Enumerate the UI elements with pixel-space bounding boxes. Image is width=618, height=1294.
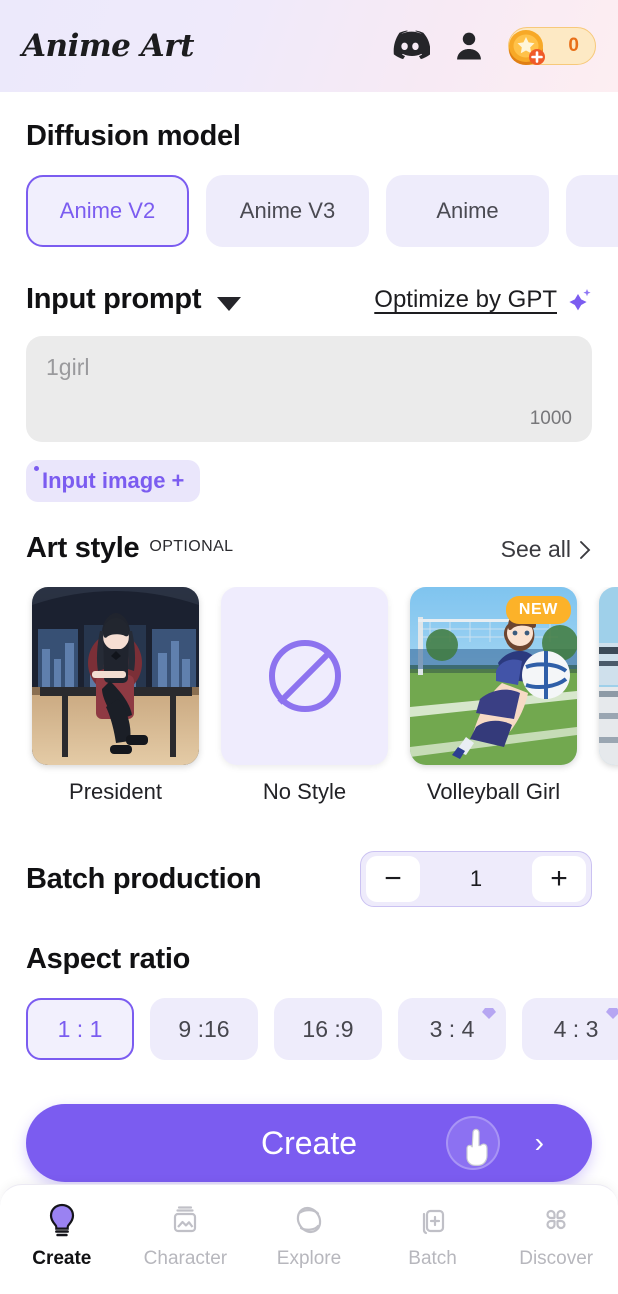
new-badge: NEW <box>505 596 571 624</box>
aspect-ratio-1-1[interactable]: 1 : 1 <box>26 998 134 1060</box>
art-style-thumbnail: NEW <box>410 587 577 765</box>
aspect-ratio-label: 16 :9 <box>302 1015 354 1042</box>
nav-item-create[interactable]: Create <box>0 1201 124 1270</box>
create-button-label: Create <box>260 1124 358 1161</box>
art-style-card-president[interactable]: President <box>32 587 199 805</box>
aspect-ratio-label: 9 :16 <box>178 1015 230 1042</box>
nav-label: Explore <box>276 1248 342 1269</box>
coin-count: 0 <box>568 35 579 56</box>
aspect-ratio-list[interactable]: 1 : 1 9 :16 16 :9 3 : 4 4 : 3 <box>0 998 618 1060</box>
prompt-char-counter: 1000 <box>529 408 572 429</box>
model-chip-label: Anime <box>436 198 499 223</box>
nav-item-batch[interactable]: Batch <box>371 1201 495 1270</box>
app-header: Anime Art 0 <box>0 0 618 92</box>
art-style-card-list[interactable]: President No Style NEW Volleyball Girl <box>0 587 618 805</box>
aspect-ratio-4-3[interactable]: 4 : 3 <box>522 998 618 1060</box>
aspect-ratio-section: Aspect ratio <box>0 943 618 976</box>
input-image-label: Input image + <box>42 468 185 493</box>
model-chip-overflow[interactable] <box>566 175 618 247</box>
chevron-right-icon <box>580 540 591 559</box>
profile-icon[interactable] <box>452 29 486 63</box>
model-chip-label: Anime V3 <box>239 198 336 223</box>
aspect-ratio-label: 1 : 1 <box>57 1015 103 1042</box>
prompt-input[interactable]: 1girl 1000 <box>26 336 592 442</box>
art-style-label: President <box>69 779 162 804</box>
batch-value: 1 <box>469 866 483 891</box>
premium-gem-icon <box>606 1008 618 1019</box>
batch-quantity-stepper[interactable]: − 1 + <box>360 851 592 907</box>
art-style-label: Volleyball Girl <box>426 779 561 804</box>
art-style-thumbnail <box>221 587 388 765</box>
nav-item-discover[interactable]: Discover <box>494 1201 618 1270</box>
planet-icon <box>296 1206 322 1234</box>
diffusion-model-title: Diffusion model <box>26 120 241 152</box>
art-style-thumbnail <box>599 587 618 765</box>
optimize-by-gpt-button[interactable]: Optimize by GPT <box>374 286 592 314</box>
aspect-ratio-3-4[interactable]: 3 : 4 <box>398 998 506 1060</box>
diffusion-model-section: Diffusion model <box>0 120 618 153</box>
art-style-card-overflow[interactable] <box>599 587 618 805</box>
art-style-title: Art style <box>26 532 140 564</box>
aspect-ratio-title: Aspect ratio <box>26 943 190 975</box>
nav-item-character[interactable]: Character <box>124 1201 248 1270</box>
model-chip-label: Anime V2 <box>59 198 156 223</box>
batch-increment-button[interactable]: + <box>532 856 586 902</box>
batch-production-row: Batch production − 1 + <box>0 851 618 907</box>
art-style-header: Art style OPTIONAL See all <box>0 532 618 565</box>
see-all-label: See all <box>500 536 571 562</box>
art-style-card-volleyball-girl[interactable]: NEW Volleyball Girl <box>410 587 577 805</box>
model-chip-anime-v2[interactable]: Anime V2 <box>26 175 189 247</box>
diffusion-model-chip-list[interactable]: Anime V2 Anime V3 Anime <box>0 175 618 247</box>
photo-card-icon <box>174 1206 197 1233</box>
prompt-placeholder: 1girl <box>46 354 90 380</box>
batch-decrement-button[interactable]: − <box>366 856 420 902</box>
model-chip-anime-v3[interactable]: Anime V3 <box>206 175 369 247</box>
stacked-plus-icon <box>422 1209 444 1235</box>
nav-label: Batch <box>408 1248 457 1269</box>
nav-label: Character <box>143 1248 228 1269</box>
art-style-card-no-style[interactable]: No Style <box>221 587 388 805</box>
header-actions: 0 <box>390 27 596 65</box>
discord-icon[interactable] <box>390 30 430 62</box>
coin-star-icon <box>509 30 545 65</box>
app-root: Anime Art 0 Diffusion model Anime V2 Ani… <box>0 0 618 1294</box>
coin-balance-badge[interactable]: 0 <box>508 27 596 65</box>
premium-gem-icon <box>482 1008 496 1019</box>
art-style-label: No Style <box>262 779 347 804</box>
aspect-ratio-label: 4 : 3 <box>553 1015 599 1042</box>
see-all-button[interactable]: See all <box>501 536 592 563</box>
nav-label: Create <box>32 1248 92 1269</box>
nav-item-explore[interactable]: Explore <box>247 1201 371 1270</box>
create-button[interactable]: Create › <box>26 1104 592 1182</box>
hand-pointer-icon <box>466 1128 488 1166</box>
sparkle-icon <box>569 288 591 310</box>
create-section: Create › <box>0 1104 618 1182</box>
input-prompt-title: Input prompt <box>26 283 202 315</box>
input-prompt-header: Input prompt Optimize by GPT <box>0 283 618 316</box>
clover-grid-icon <box>546 1209 566 1230</box>
nav-label: Discover <box>519 1248 594 1269</box>
input-image-button[interactable]: Input image + <box>26 460 201 502</box>
lightbulb-icon <box>49 1203 74 1237</box>
app-title: Anime Art <box>22 28 194 64</box>
art-style-thumbnail <box>32 587 199 765</box>
aspect-ratio-9-16[interactable]: 9 :16 <box>150 998 258 1060</box>
aspect-ratio-label: 3 : 4 <box>429 1015 475 1042</box>
caret-down-icon[interactable] <box>217 296 242 311</box>
required-dot-icon <box>34 466 39 471</box>
optimize-by-gpt-label: Optimize by GPT <box>374 285 557 313</box>
prohibition-icon <box>268 640 341 712</box>
create-chevron-icon: › <box>534 1127 544 1158</box>
batch-production-title: Batch production <box>26 862 262 895</box>
bottom-navigation: Create Character Explore Batch Discover <box>0 1184 618 1294</box>
model-chip-anime[interactable]: Anime <box>386 175 549 247</box>
art-style-optional-tag: OPTIONAL <box>149 538 234 555</box>
aspect-ratio-16-9[interactable]: 16 :9 <box>274 998 382 1060</box>
